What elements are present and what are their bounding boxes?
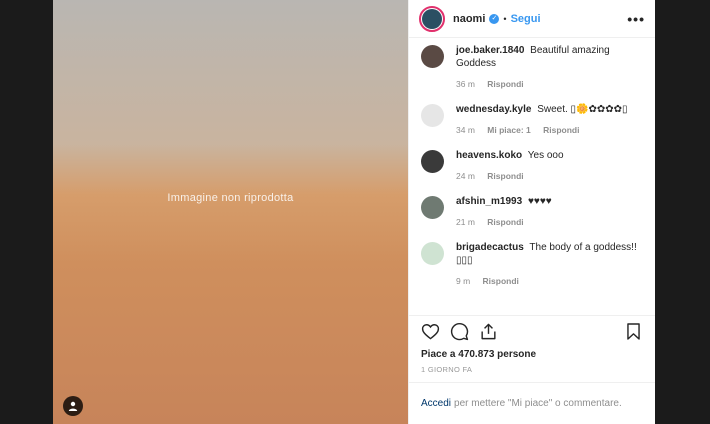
heart-icon[interactable]: [421, 322, 440, 341]
comment-item: afshin_m1993 ♥♥♥♥ 21 m Rispondi: [421, 195, 643, 229]
reply-button[interactable]: Rispondi: [487, 79, 523, 89]
comment-likes[interactable]: Mi piace: 1: [487, 125, 530, 135]
separator-dot: •: [503, 13, 507, 24]
comment-avatar[interactable]: [421, 104, 444, 127]
comment-text: ♥♥♥♥: [527, 196, 552, 207]
comment-item: wednesday.kyle Sweet. ▯🌼✿✿✿✿▯ 34 m Mi pi…: [421, 103, 643, 137]
login-link[interactable]: Accedi: [421, 398, 451, 409]
user-tag-icon: [68, 401, 78, 411]
comment-avatar[interactable]: [421, 150, 444, 173]
reply-button[interactable]: Rispondi: [543, 125, 579, 135]
media-placeholder-note: Immagine non riprodotta: [167, 192, 294, 204]
comment-avatar[interactable]: [421, 45, 444, 68]
comment-time[interactable]: 36 m: [456, 79, 475, 89]
comment-username[interactable]: heavens.koko: [456, 150, 522, 161]
comment-time[interactable]: 21 m: [456, 217, 475, 227]
share-icon[interactable]: [479, 322, 498, 341]
post-header: naomi ✓ • Segui •••: [409, 0, 655, 38]
comment-username[interactable]: brigadecactus: [456, 242, 524, 253]
comment-avatar[interactable]: [421, 242, 444, 265]
post-modal: Immagine non riprodotta naomi ✓ • Segui …: [53, 0, 655, 424]
comment-icon[interactable]: [450, 322, 469, 341]
likes-count[interactable]: Piace a 470.873 persone: [409, 347, 655, 363]
follow-button[interactable]: Segui: [511, 13, 541, 25]
post-sidebar: naomi ✓ • Segui ••• joe.baker.1840 Beaut…: [408, 0, 655, 424]
login-prompt: Accedi per mettere "Mi piace" o commenta…: [409, 382, 655, 424]
post-timestamp[interactable]: 1 GIORNO FA: [409, 363, 655, 382]
avatar[interactable]: [419, 5, 445, 32]
comment-time[interactable]: 9 m: [456, 276, 470, 286]
reply-button[interactable]: Rispondi: [483, 276, 519, 286]
comments-list[interactable]: joe.baker.1840 Beautiful amazing Goddess…: [409, 38, 655, 315]
comment-item: joe.baker.1840 Beautiful amazing Goddess…: [421, 44, 643, 91]
post-actions: [409, 315, 655, 347]
bookmark-icon[interactable]: [624, 322, 643, 341]
comment-text: Sweet. ▯🌼✿✿✿✿▯: [537, 104, 628, 115]
comment-username[interactable]: afshin_m1993: [456, 196, 522, 207]
comment-time[interactable]: 24 m: [456, 171, 475, 181]
more-options-icon[interactable]: •••: [627, 11, 645, 27]
post-author[interactable]: naomi: [453, 13, 485, 25]
comment-item: heavens.koko Yes ooo 24 m Rispondi: [421, 149, 643, 183]
verified-icon: ✓: [489, 13, 500, 24]
comment-time[interactable]: 34 m: [456, 125, 475, 135]
comment-item: brigadecactus The body of a goddess!! ▯▯…: [421, 241, 643, 288]
comment-username[interactable]: wednesday.kyle: [456, 104, 531, 115]
comment-text: Yes ooo: [527, 150, 564, 161]
reply-button[interactable]: Rispondi: [487, 217, 523, 227]
user-tag-button[interactable]: [63, 396, 83, 416]
comment-avatar[interactable]: [421, 196, 444, 219]
login-prompt-text: per mettere "Mi piace" o commentare.: [454, 398, 622, 409]
post-media: Immagine non riprodotta: [53, 0, 408, 424]
comment-username[interactable]: joe.baker.1840: [456, 45, 524, 56]
reply-button[interactable]: Rispondi: [487, 171, 523, 181]
